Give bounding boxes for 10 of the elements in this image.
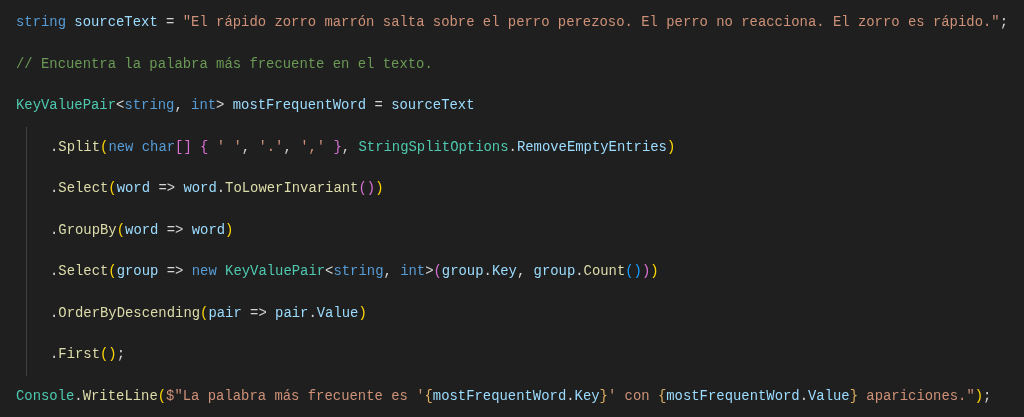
code-line: // Encuentra la palabra más frecuente en el texto. xyxy=(16,54,433,74)
code-line: .First(); xyxy=(50,345,126,365)
code-line: string sourceText = "El rápido zorro marrón salta sobre el perro perezoso. El perro no reacciona. El zorro es rápido."; xyxy=(16,13,1008,33)
code-line: .OrderByDescending(pair => pair.Value) xyxy=(50,303,367,323)
code-line: KeyValuePair<string, int> mostFrequentWord = sourceText xyxy=(16,96,475,116)
code-line: .Select(word => word.ToLowerInvariant()) xyxy=(50,179,384,199)
code-line: Console.WriteLine($"La palabra más frecuente es '{mostFrequentWord.Key}' con {mostFrequentWord.Value} apariciones."); xyxy=(16,386,992,406)
code-line: .Split(new char[] { ' ', '.', ',' }, StringSplitOptions.RemoveEmptyEntries) xyxy=(50,137,676,157)
code-line: .Select(group => new KeyValuePair<string, int>(group.Key, group.Count())) xyxy=(50,262,659,282)
code-line: .GroupBy(word => word) xyxy=(50,220,234,240)
